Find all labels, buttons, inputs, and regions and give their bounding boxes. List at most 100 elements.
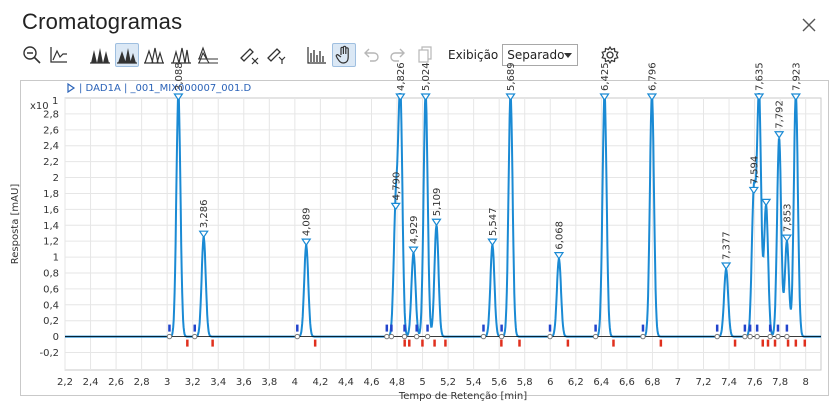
peak-label: 7,923	[791, 62, 802, 91]
peak-label: 7,594	[749, 156, 760, 185]
x-tick-label: 4,4	[338, 377, 354, 388]
x-tick-label: 6	[547, 377, 553, 388]
peak-start-point	[547, 333, 553, 340]
peak-start-point	[294, 333, 300, 340]
peak-apex-marker	[408, 246, 419, 255]
y-tick-label: 1	[53, 253, 59, 264]
peak-start-point	[754, 333, 760, 340]
peak-apex-marker	[198, 230, 209, 239]
x-tick-label: 5	[419, 377, 425, 388]
x-tick-label: 6,4	[593, 377, 609, 388]
chromatogram-trace	[65, 93, 821, 338]
x-tick-label: 7,8	[772, 377, 788, 388]
peak-label: 7,853	[782, 204, 793, 233]
peak-label: 3,286	[199, 200, 210, 229]
x-tick-label: 4	[292, 377, 298, 388]
peak-apex-marker	[301, 238, 312, 247]
peak-start-point	[166, 333, 173, 340]
peak-start-point	[640, 333, 646, 340]
x-tick-label: 2,4	[83, 377, 99, 388]
peak-label: 7,635	[755, 62, 766, 91]
x-tick-label: 6,6	[619, 377, 635, 388]
peak-label: 5,109	[432, 188, 443, 217]
peak-apex-marker	[760, 198, 772, 207]
peak-apex-marker	[753, 93, 765, 102]
peak-apex-marker	[748, 186, 759, 195]
y-axis-title: Resposta [mAU]	[10, 184, 21, 265]
x-tick-label: 6,2	[568, 377, 584, 388]
peak-start-point	[480, 333, 487, 340]
peak-start-point	[784, 333, 790, 340]
x-tick-label: 3,8	[261, 377, 277, 388]
y-multiplier-exponent: 1	[52, 96, 58, 107]
peak-start-point	[424, 333, 431, 340]
chromatogram-chart[interactable]: 3,0883,286 4,0894,7904,8264,9295,0245,109…	[0, 0, 838, 407]
y-tick-label: 1,2	[43, 237, 59, 248]
y-tick-label: 1,8	[43, 189, 59, 200]
peak-label: 5,547	[488, 207, 499, 236]
y-tick-label: -0,2	[39, 348, 59, 359]
peak-apex-marker	[781, 234, 793, 243]
y-tick-label: 2	[53, 173, 59, 184]
peak-label: 5,689	[506, 62, 517, 91]
y-multiplier-label: x10	[30, 101, 49, 112]
x-tick-label: 2,8	[134, 377, 150, 388]
peak-start-point	[747, 333, 753, 340]
x-tick-label: 7,4	[721, 377, 737, 388]
peak-label: 7,792	[775, 100, 786, 129]
y-tick-label: 1,6	[43, 205, 59, 216]
x-tick-label: 2,6	[108, 377, 124, 388]
x-tick-label: 5,4	[466, 377, 482, 388]
peak-apex-marker	[487, 238, 498, 247]
x-tick-label: 3,4	[210, 377, 226, 388]
peak-start-point	[388, 333, 395, 340]
x-tick-label: 7,6	[747, 377, 763, 388]
x-tick-label: 4,2	[312, 377, 328, 388]
peak-start-point	[401, 333, 408, 340]
y-tick-label: 2,4	[43, 141, 59, 152]
x-tick-label: 5,8	[517, 377, 533, 388]
y-tick-label: 2,2	[43, 157, 59, 168]
peak-apex-marker	[173, 93, 184, 102]
peak-label: 6,068	[554, 221, 565, 250]
y-tick-label: 0	[53, 332, 59, 343]
peak-start-point	[767, 333, 773, 340]
peak-start-point	[384, 333, 390, 340]
x-tick-label: 3,6	[236, 377, 252, 388]
y-tick-label: 2,6	[43, 125, 59, 136]
peak-start-point	[775, 333, 781, 340]
peak-label: 4,826	[396, 62, 407, 91]
x-tick-label: 5,6	[491, 377, 507, 388]
x-tick-label: 5,2	[440, 377, 456, 388]
y-tick-label: 0,8	[43, 268, 59, 279]
peak-label: 6,425	[600, 62, 611, 91]
x-tick-label: 2,2	[57, 377, 73, 388]
peak-apex-marker	[431, 218, 442, 227]
x-tick-label: 4,6	[364, 377, 380, 388]
y-tick-label: 1,4	[43, 221, 59, 232]
peak-label: 4,929	[409, 215, 420, 244]
peak-start-point	[413, 333, 420, 340]
y-tick-label: 0,4	[43, 300, 59, 311]
peak-apex-marker	[390, 202, 401, 211]
peak-apex-marker	[790, 93, 801, 102]
x-tick-label: 6,8	[644, 377, 660, 388]
peak-label: 6,796	[647, 62, 658, 91]
peak-label: 5,024	[421, 62, 432, 91]
x-axis-title: Tempo de Retenção [min]	[398, 391, 527, 402]
peak-apex-marker	[773, 131, 785, 139]
peak-label: 7,377	[722, 231, 733, 260]
x-tick-label: 7,2	[696, 377, 712, 388]
peak-label: 3,088	[174, 62, 185, 91]
peak-start-point	[192, 333, 198, 340]
peak-start-point	[714, 333, 720, 340]
peak-start-point	[592, 333, 599, 340]
peak-apex-marker	[505, 93, 516, 102]
peak-apex-marker	[646, 93, 658, 102]
peak-apex-marker	[395, 93, 406, 102]
peak-label: 4,790	[391, 172, 402, 201]
plot-area	[64, 97, 822, 371]
peak-start-point	[498, 333, 505, 340]
x-tick-label: 4,8	[389, 377, 405, 388]
y-tick-label: 0,6	[43, 284, 59, 295]
